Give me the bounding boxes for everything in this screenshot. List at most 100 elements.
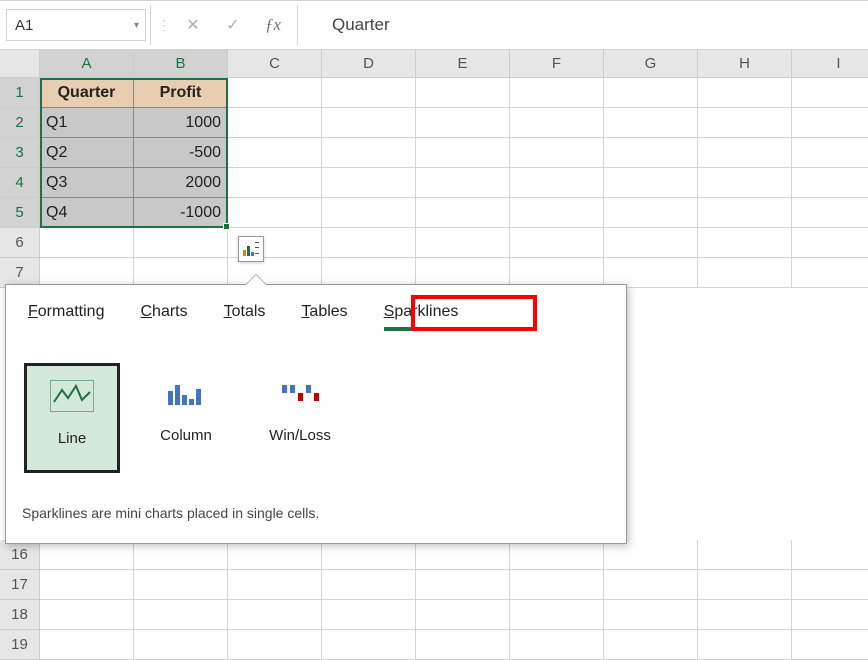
name-box[interactable]: A1 ▾ [6, 9, 146, 41]
cell-I7[interactable] [792, 258, 868, 288]
cell-H4[interactable] [698, 168, 792, 198]
cell-F5[interactable] [510, 198, 604, 228]
row-header-6[interactable]: 6 [0, 228, 40, 258]
cell-E1[interactable] [416, 78, 510, 108]
cell-D2[interactable] [322, 108, 416, 138]
cell-E6[interactable] [416, 228, 510, 258]
cell-C2[interactable] [228, 108, 322, 138]
col-header-B[interactable]: B [134, 50, 228, 78]
cell-D6[interactable] [322, 228, 416, 258]
cell-D19[interactable] [322, 630, 416, 660]
option-line[interactable]: Line [24, 363, 120, 473]
cell-B4[interactable]: 2000 [134, 168, 228, 198]
row-header-2[interactable]: 2 [0, 108, 40, 138]
tab-formatting[interactable]: Formatting [28, 303, 104, 331]
cell-E19[interactable] [416, 630, 510, 660]
cell-A4[interactable]: Q3 [40, 168, 134, 198]
cell-I6[interactable] [792, 228, 868, 258]
cell-A18[interactable] [40, 600, 134, 630]
cell-A1[interactable]: Quarter [40, 78, 134, 108]
col-header-D[interactable]: D [322, 50, 416, 78]
col-header-C[interactable]: C [228, 50, 322, 78]
cell-I1[interactable] [792, 78, 868, 108]
row-header-19[interactable]: 19 [0, 630, 40, 660]
cell-C4[interactable] [228, 168, 322, 198]
quick-analysis-button[interactable] [238, 236, 264, 262]
cell-H1[interactable] [698, 78, 792, 108]
tab-totals[interactable]: Totals [224, 303, 266, 331]
cell-B16[interactable] [134, 540, 228, 570]
cell-F18[interactable] [510, 600, 604, 630]
cell-C5[interactable] [228, 198, 322, 228]
cell-G16[interactable] [604, 540, 698, 570]
cell-G2[interactable] [604, 108, 698, 138]
cell-G1[interactable] [604, 78, 698, 108]
cell-E5[interactable] [416, 198, 510, 228]
cell-G3[interactable] [604, 138, 698, 168]
tab-tables[interactable]: Tables [301, 303, 347, 331]
cell-G17[interactable] [604, 570, 698, 600]
cell-I2[interactable] [792, 108, 868, 138]
cell-H18[interactable] [698, 600, 792, 630]
cell-I3[interactable] [792, 138, 868, 168]
cell-E2[interactable] [416, 108, 510, 138]
cell-D5[interactable] [322, 198, 416, 228]
cell-B19[interactable] [134, 630, 228, 660]
cell-F4[interactable] [510, 168, 604, 198]
cell-H6[interactable] [698, 228, 792, 258]
cell-C1[interactable] [228, 78, 322, 108]
cell-I19[interactable] [792, 630, 868, 660]
col-header-H[interactable]: H [698, 50, 792, 78]
cell-F2[interactable] [510, 108, 604, 138]
option-winloss[interactable]: Win/Loss [252, 363, 348, 473]
cell-B3[interactable]: -500 [134, 138, 228, 168]
cell-H3[interactable] [698, 138, 792, 168]
cell-A2[interactable]: Q1 [40, 108, 134, 138]
cell-F16[interactable] [510, 540, 604, 570]
row-header-17[interactable]: 17 [0, 570, 40, 600]
cell-A16[interactable] [40, 540, 134, 570]
cell-B5[interactable]: -1000 [134, 198, 228, 228]
cell-D1[interactable] [322, 78, 416, 108]
tab-sparklines[interactable]: Sparklines [384, 303, 459, 331]
select-all-corner[interactable] [0, 50, 40, 78]
cell-H19[interactable] [698, 630, 792, 660]
cell-D18[interactable] [322, 600, 416, 630]
cell-F19[interactable] [510, 630, 604, 660]
col-header-G[interactable]: G [604, 50, 698, 78]
cell-C19[interactable] [228, 630, 322, 660]
cell-I4[interactable] [792, 168, 868, 198]
cell-D3[interactable] [322, 138, 416, 168]
tab-charts[interactable]: Charts [140, 303, 187, 331]
cell-I18[interactable] [792, 600, 868, 630]
cell-I17[interactable] [792, 570, 868, 600]
cell-G4[interactable] [604, 168, 698, 198]
cell-A19[interactable] [40, 630, 134, 660]
row-header-16[interactable]: 16 [0, 540, 40, 570]
cell-E3[interactable] [416, 138, 510, 168]
cell-B2[interactable]: 1000 [134, 108, 228, 138]
cell-B18[interactable] [134, 600, 228, 630]
cell-C3[interactable] [228, 138, 322, 168]
cell-B17[interactable] [134, 570, 228, 600]
cell-H7[interactable] [698, 258, 792, 288]
cell-B6[interactable] [134, 228, 228, 258]
cell-F3[interactable] [510, 138, 604, 168]
cell-G6[interactable] [604, 228, 698, 258]
cell-D17[interactable] [322, 570, 416, 600]
row-header-5[interactable]: 5 [0, 198, 40, 228]
cell-H5[interactable] [698, 198, 792, 228]
col-header-F[interactable]: F [510, 50, 604, 78]
cell-G18[interactable] [604, 600, 698, 630]
cell-H16[interactable] [698, 540, 792, 570]
cell-D4[interactable] [322, 168, 416, 198]
cell-C18[interactable] [228, 600, 322, 630]
cell-I5[interactable] [792, 198, 868, 228]
cell-A5[interactable]: Q4 [40, 198, 134, 228]
cell-F1[interactable] [510, 78, 604, 108]
fx-icon[interactable]: ƒx [253, 9, 293, 41]
col-header-A[interactable]: A [40, 50, 134, 78]
col-header-I[interactable]: I [792, 50, 868, 78]
dropdown-arrow-icon[interactable]: ▾ [134, 20, 139, 31]
row-header-3[interactable]: 3 [0, 138, 40, 168]
